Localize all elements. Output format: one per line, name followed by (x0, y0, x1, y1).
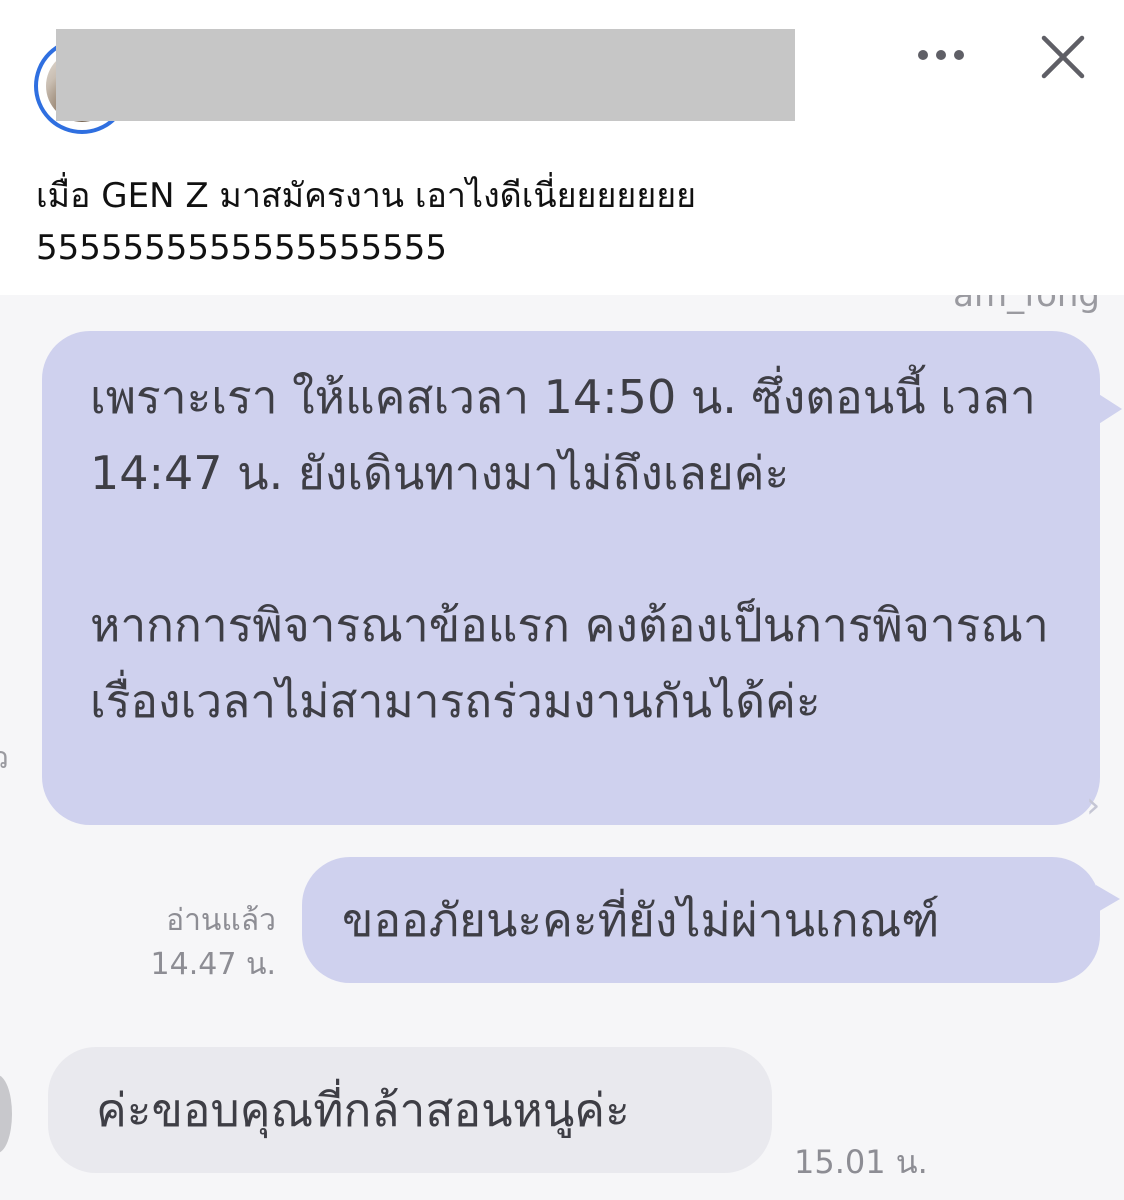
post-caption: เมื่อ GEN Z มาสมัครงาน เอาไงดีเนี่ยยยยยย… (36, 176, 697, 268)
post-header: เมื่อ GEN Z มาสมัครงาน เอาไงดีเนี่ยยยยยย… (0, 0, 1124, 295)
message-bubble-2: ขออภัยนะคะที่ยังไม่ผ่านเกณฑ์ (302, 857, 1120, 983)
read-receipt: อ่านแล้ว 14.47 น. (126, 899, 276, 987)
bubble-tail (1096, 885, 1120, 913)
message-bubble-3: ค่ะขอบคุณที่กล้าสอนหนูค่ะ (48, 1047, 772, 1173)
message-bubble-1: เพราะเรา ให้แคสเวลา 14:50 น. ซึ่งตอนนี้ … (42, 331, 1122, 825)
chat-screenshot: am_fong ว เพราะเรา ให้แคสเวลา 14:50 น. ซ… (0, 295, 1124, 1200)
message-3-time: 15.01 น. (794, 1143, 928, 1181)
cropped-avatar (0, 1075, 12, 1153)
message-2-text: ขออภัยนะคะที่ยังไม่ผ่านเกณฑ์ (342, 892, 940, 947)
read-status: อ่านแล้ว (166, 903, 276, 938)
message-1-paragraph-1: เพราะเรา ให้แคสเวลา 14:50 น. ซึ่งตอนนี้ … (90, 370, 1036, 500)
message-2-time: 14.47 น. (150, 947, 276, 982)
chevron-right-icon: › (1086, 785, 1101, 826)
cropped-edge-mark: ว (0, 741, 9, 776)
close-icon[interactable] (1038, 32, 1088, 82)
sender-name: am_fong (953, 295, 1100, 315)
message-3-text: ค่ะขอบคุณที่กล้าสอนหนูค่ะ (96, 1082, 630, 1137)
bubble-tail (1094, 391, 1122, 427)
more-horizontal-icon[interactable] (915, 40, 967, 70)
message-1-paragraph-2: หากการพิจารณาข้อแรก คงต้องเป็นการพิจารณา… (90, 598, 1049, 728)
redacted-author-name (56, 29, 795, 121)
